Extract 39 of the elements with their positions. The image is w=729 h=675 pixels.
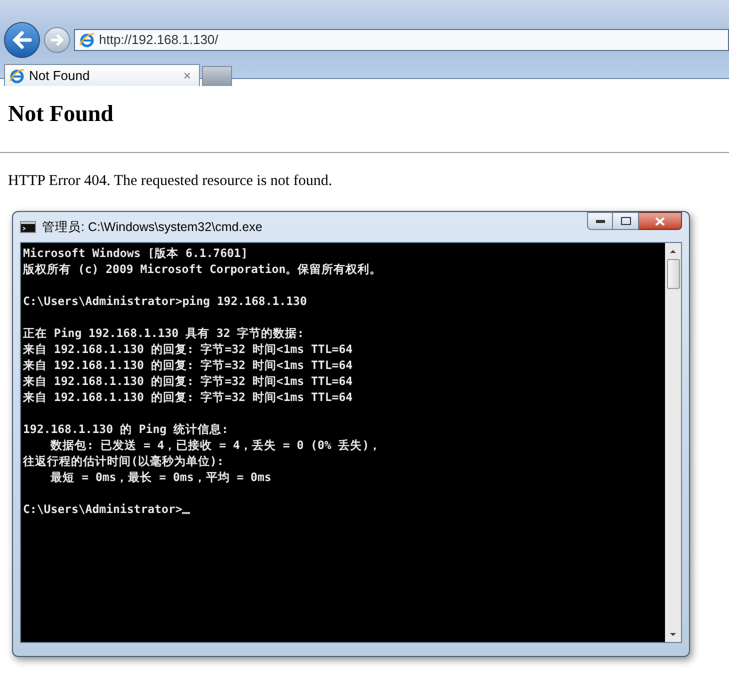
close-button[interactable] bbox=[639, 212, 682, 230]
close-tab-button[interactable]: × bbox=[179, 66, 195, 86]
console-line: 正在 Ping 192.168.1.130 具有 32 字节的数据: bbox=[23, 325, 304, 341]
maximize-button[interactable] bbox=[613, 212, 639, 230]
minimize-button[interactable] bbox=[587, 212, 613, 230]
scroll-thumb[interactable] bbox=[666, 259, 680, 289]
forward-arrow-icon bbox=[50, 34, 64, 46]
console-line: 来自 192.168.1.130 的回复: 字节=32 时间<1ms TTL=64 bbox=[23, 389, 353, 405]
scroll-up-icon bbox=[670, 250, 676, 252]
tab-title: Not Found bbox=[29, 66, 91, 85]
console-line: 来自 192.168.1.130 的回复: 字节=32 时间<1ms TTL=64 bbox=[23, 373, 353, 389]
forward-button[interactable] bbox=[44, 27, 70, 53]
console-line: 数据包: 已发送 = 4，已接收 = 4，丢失 = 0 (0% 丢失)， bbox=[49, 437, 382, 453]
console-line: 来自 192.168.1.130 的回复: 字节=32 时间<1ms TTL=64 bbox=[23, 357, 353, 373]
close-icon bbox=[655, 216, 665, 226]
console-line: C:\Users\Administrator> bbox=[23, 501, 182, 517]
back-arrow-icon bbox=[12, 31, 32, 49]
browser-tab[interactable]: Not Found × bbox=[4, 64, 200, 86]
console-line: 最短 = 0ms，最长 = 0ms，平均 = 0ms bbox=[50, 469, 272, 485]
window-title: 管理员: C:\Windows\system32\cmd.exe bbox=[42, 218, 264, 236]
address-text: http://192.168.1.130/ bbox=[99, 31, 218, 50]
console-line: 版权所有 (c) 2009 Microsoft Corporation。保留所有权利。 bbox=[23, 261, 382, 277]
console-line: 往返行程的估计时间(以毫秒为单位): bbox=[23, 453, 224, 469]
address-field[interactable]: http://192.168.1.130/ bbox=[74, 29, 729, 51]
error-message: HTTP Error 404. The requested resource is not found. bbox=[8, 172, 334, 190]
console-line: C:\Users\Administrator>ping 192.168.1.130 bbox=[23, 293, 307, 309]
back-button[interactable] bbox=[4, 22, 40, 58]
console-line: Microsoft Windows [版本 6.1.7601] bbox=[23, 245, 248, 261]
page-heading: Not Found bbox=[8, 100, 114, 128]
console-line: 192.168.1.130 的 Ping 统计信息: bbox=[23, 421, 228, 437]
browser-logo-icon bbox=[9, 68, 25, 84]
console-icon bbox=[20, 221, 36, 233]
browser-logo-icon bbox=[79, 32, 95, 48]
minimize-icon bbox=[596, 220, 604, 222]
text-cursor bbox=[182, 512, 190, 514]
scrollbar[interactable] bbox=[665, 243, 681, 642]
maximize-icon bbox=[620, 217, 630, 225]
scroll-down-icon bbox=[670, 632, 676, 636]
console-line: 来自 192.168.1.130 的回复: 字节=32 时间<1ms TTL=64 bbox=[23, 341, 353, 357]
